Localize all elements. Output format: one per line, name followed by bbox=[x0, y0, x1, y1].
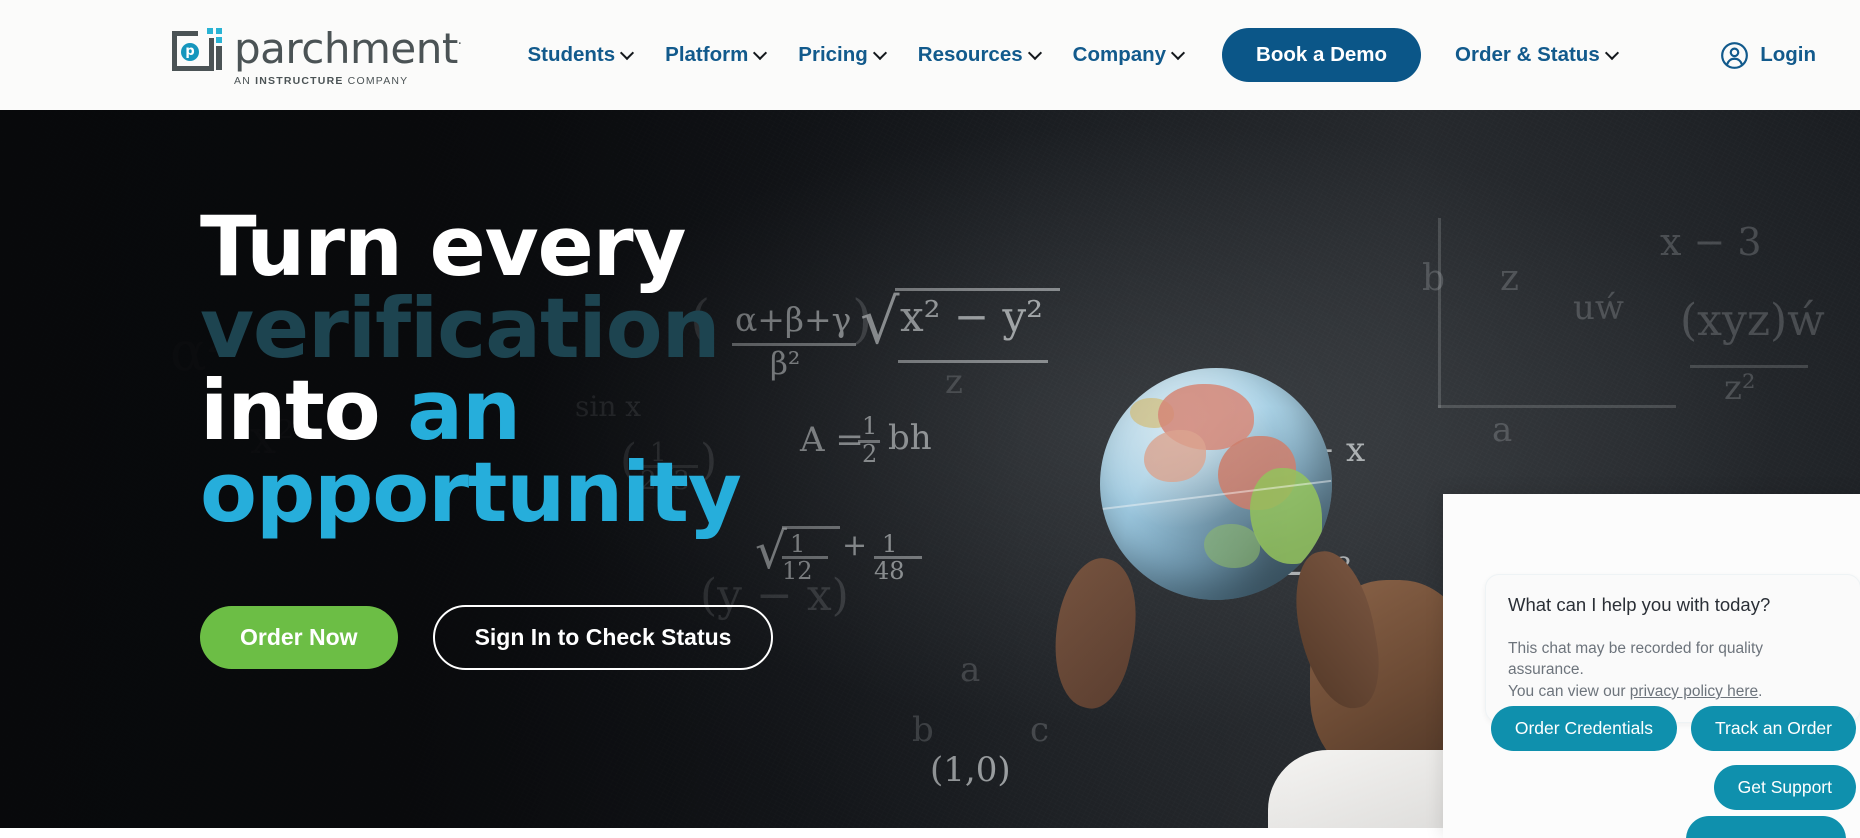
logo-tagline-bold: INSTRUCTURE bbox=[255, 75, 344, 87]
headline-line-3: into an bbox=[200, 369, 773, 452]
logo-dot-2 bbox=[216, 28, 222, 34]
logo-dot-3 bbox=[216, 37, 222, 43]
logo-tagline-suffix: COMPANY bbox=[343, 75, 409, 87]
nav-item-order-status[interactable]: Order & Status bbox=[1455, 43, 1618, 67]
chat-disclaimer-suffix: . bbox=[1758, 682, 1763, 700]
headline-line-4: opportunity bbox=[200, 444, 742, 542]
book-a-demo-button[interactable]: Book a Demo bbox=[1222, 28, 1422, 82]
chevron-down-icon bbox=[1173, 48, 1184, 59]
logo-tagline: AN INSTRUCTURE COMPANY bbox=[234, 75, 408, 87]
nav-item-resources[interactable]: Resources bbox=[918, 43, 1041, 67]
page-root: p parchment· AN INSTRUCTURE COMPANY Stud… bbox=[0, 0, 1860, 838]
nav-item-resources-label: Resources bbox=[917, 43, 1023, 66]
login-button[interactable]: Login bbox=[1720, 41, 1816, 70]
logo-bar-shape bbox=[216, 46, 222, 70]
logo-row: p parchment· bbox=[172, 23, 462, 71]
headline-line-1: Turn every bbox=[200, 198, 686, 295]
logo-dot-1 bbox=[207, 28, 213, 34]
chevron-down-icon bbox=[875, 48, 886, 59]
nav-item-platform[interactable]: Platform bbox=[665, 43, 766, 67]
privacy-policy-link[interactable]: privacy policy here bbox=[1630, 683, 1758, 700]
nav-item-order-status-label: Order & Status bbox=[1455, 43, 1600, 66]
site-header: p parchment· AN INSTRUCTURE COMPANY Stud… bbox=[0, 0, 1860, 110]
quick-reply-get-support[interactable]: Get Support bbox=[1713, 765, 1856, 810]
chat-quick-replies: Order Credentials Track an Order Get Sup… bbox=[1443, 706, 1860, 824]
login-label: Login bbox=[1760, 43, 1816, 66]
chat-disclaimer: This chat may be recorded for quality as… bbox=[1508, 638, 1838, 702]
chat-disclaimer-line1: This chat may be recorded for quality as… bbox=[1508, 640, 1764, 679]
quick-reply-track-an-order[interactable]: Track an Order bbox=[1690, 706, 1856, 751]
hero-cta-row: Order Now Sign In to Check Status bbox=[200, 604, 774, 670]
sign-in-check-status-button[interactable]: Sign In to Check Status bbox=[432, 604, 774, 670]
quick-reply-order-credentials[interactable]: Order Credentials bbox=[1490, 706, 1677, 751]
user-circle-icon bbox=[1721, 41, 1749, 69]
quick-reply-partial-offscreen[interactable] bbox=[1686, 816, 1846, 838]
chat-message-bubble: What can I help you with today? This cha… bbox=[1485, 574, 1860, 724]
parchment-logo[interactable]: p parchment· AN INSTRUCTURE COMPANY bbox=[172, 23, 462, 87]
nav-item-students[interactable]: Students bbox=[527, 43, 633, 67]
hero-headline: Turn every verification into an opportun… bbox=[200, 198, 773, 542]
chat-quick-reply-row: Order Credentials Track an Order bbox=[1443, 706, 1860, 751]
chat-disclaimer-line2-prefix: You can view our bbox=[1508, 682, 1630, 700]
logo-wordmark: parchment· bbox=[234, 28, 462, 70]
nav-item-platform-label: Platform bbox=[665, 43, 749, 66]
nav-item-company[interactable]: Company bbox=[1073, 43, 1184, 67]
chevron-down-icon bbox=[1607, 48, 1618, 59]
hero-content: Turn every verification into an opportun… bbox=[200, 198, 774, 670]
logo-tagline-prefix: AN bbox=[234, 75, 256, 87]
logo-p-circle-icon: p bbox=[181, 43, 199, 61]
nav-item-students-label: Students bbox=[527, 43, 616, 66]
logo-wordmark-text: parchment bbox=[234, 24, 458, 73]
chevron-down-icon bbox=[1030, 48, 1041, 59]
nav-item-pricing[interactable]: Pricing bbox=[798, 43, 886, 67]
parchment-mark-icon: p bbox=[172, 23, 224, 71]
chat-widget: What can I help you with today? This cha… bbox=[1443, 494, 1860, 838]
chat-quick-reply-row: Get Support bbox=[1443, 765, 1860, 810]
logo-trademark: · bbox=[457, 37, 462, 52]
order-now-button[interactable]: Order Now bbox=[200, 605, 398, 669]
chat-question: What can I help you with today? bbox=[1508, 594, 1771, 615]
header-right-group: Login bbox=[1720, 41, 1816, 70]
chevron-down-icon bbox=[622, 48, 633, 59]
nav-item-company-label: Company bbox=[1072, 43, 1167, 66]
nav-item-pricing-label: Pricing bbox=[798, 43, 868, 66]
headline-line-2: verification bbox=[200, 280, 721, 378]
chevron-down-icon bbox=[755, 48, 766, 59]
primary-navigation: Students Platform Pricing Resources Comp… bbox=[527, 28, 1649, 82]
